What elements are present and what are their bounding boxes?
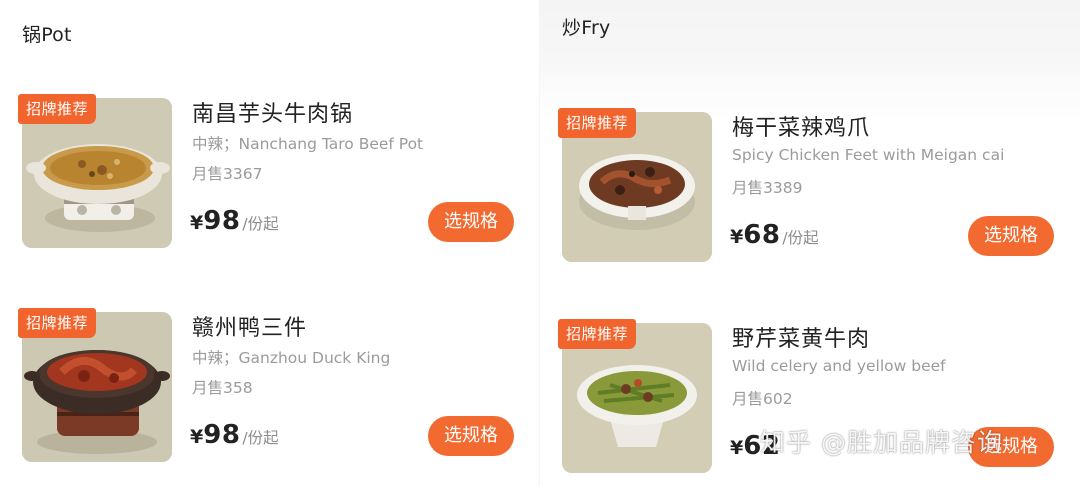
currency-symbol: ¥ [190, 426, 204, 448]
select-spec-button[interactable]: 选规格 [968, 216, 1054, 256]
monthly-sales: 月售3389 [732, 179, 803, 197]
price-unit: /份起 [242, 215, 279, 233]
dish-name[interactable]: 赣州鸭三件 [192, 310, 307, 342]
price-value: 98 [203, 420, 241, 450]
monthly-sales: 月售602 [732, 390, 793, 408]
dish-name[interactable]: 野芹菜黄牛肉 [732, 321, 870, 353]
menu-panel-fry: 炒Fry 招牌推荐 梅干菜辣鸡爪 Spicy Chicken Feet with… [540, 0, 1080, 486]
price-unit: /份起 [242, 429, 279, 447]
signature-badge: 招牌推荐 [558, 319, 637, 349]
dish-description: 中辣；Ganzhou Duck King [192, 349, 391, 367]
signature-badge: 招牌推荐 [558, 108, 637, 138]
select-spec-button[interactable]: 选规格 [428, 416, 514, 456]
dish-name[interactable]: 梅干菜辣鸡爪 [732, 110, 870, 142]
dish-description: 中辣；Nanchang Taro Beef Pot [192, 135, 424, 153]
monthly-sales: 月售358 [192, 379, 253, 397]
currency-symbol: ¥ [730, 437, 744, 459]
dish-name[interactable]: 南昌芋头牛肉锅 [192, 96, 353, 128]
currency-symbol: ¥ [190, 212, 204, 234]
dish-price: ¥ 68 /份起 [730, 220, 819, 250]
price-value: 68 [743, 220, 781, 250]
category-title-pot: 锅Pot [22, 24, 72, 46]
category-title-fry: 炒Fry [562, 17, 611, 39]
zhihu-watermark: 知乎 @胜加品牌咨询 [760, 428, 1003, 457]
signature-badge: 招牌推荐 [18, 94, 97, 124]
dish-description: Wild celery and yellow beef [732, 357, 946, 375]
dish-card[interactable]: 招牌推荐 南昌芋头牛肉锅 中辣；Nanchang Taro Beef Pot 月… [18, 94, 532, 258]
price-value: 98 [203, 206, 241, 236]
monthly-sales: 月售3367 [192, 165, 263, 183]
menu-panel-pot: 锅Pot 招牌推荐 南昌芋头牛肉锅 中辣；Nanchang Taro Beef … [0, 0, 540, 486]
dish-card[interactable]: 招牌推荐 梅干菜辣鸡爪 Spicy Chicken Feet with Meig… [558, 108, 1072, 272]
screenshot: 锅Pot 招牌推荐 南昌芋头牛肉锅 中辣；Nanchang Taro Beef … [0, 0, 1080, 486]
dish-price: ¥ 98 /份起 [190, 420, 279, 450]
select-spec-button[interactable]: 选规格 [428, 202, 514, 242]
dish-description: Spicy Chicken Feet with Meigan cai [732, 146, 1005, 164]
signature-badge: 招牌推荐 [18, 308, 97, 338]
dish-price: ¥ 98 /份起 [190, 206, 279, 236]
price-unit: /份起 [782, 229, 819, 247]
dish-card[interactable]: 招牌推荐 野芹菜黄牛肉 Wild celery and yellow beef … [558, 319, 1072, 483]
dish-card[interactable]: 招牌推荐 赣州鸭三件 中辣；Ganzhou Duck King 月售358 ¥ … [18, 308, 532, 472]
currency-symbol: ¥ [730, 226, 744, 248]
